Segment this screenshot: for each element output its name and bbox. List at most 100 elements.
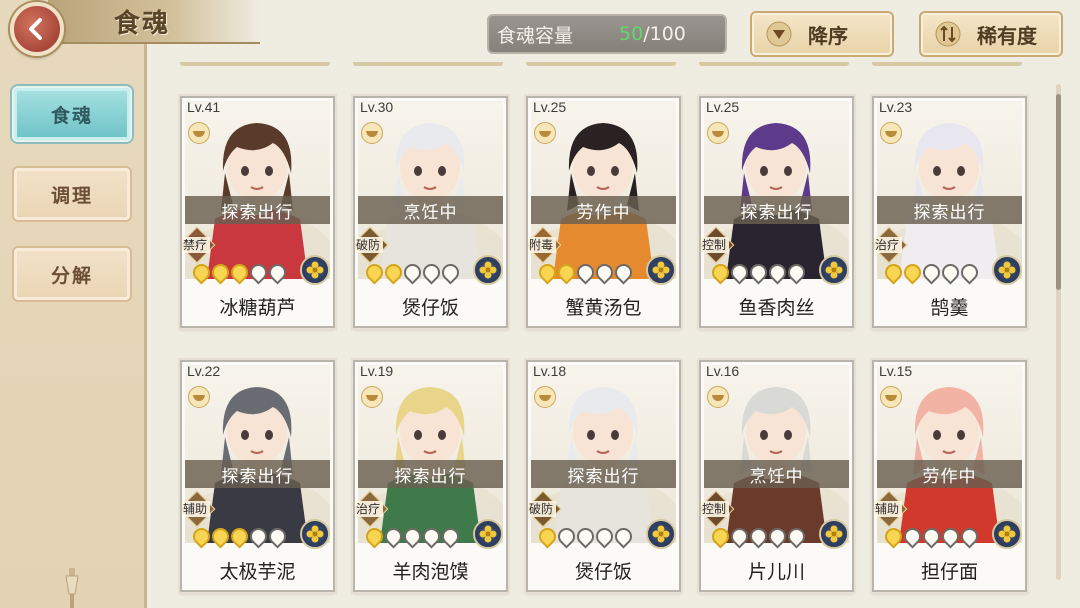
sort-order-label: 降序 xyxy=(808,23,848,48)
level-label: Lv.22 xyxy=(187,363,221,379)
food-soul-card[interactable]: Lv.25 探索出行 控制 鱼香肉丝 xyxy=(699,96,854,328)
food-soul-card[interactable]: Lv.25 劳作中 附毒 蟹黄汤包 xyxy=(526,96,681,328)
star-empty-icon xyxy=(400,524,425,549)
food-soul-card[interactable]: Lv.19 探索出行 治疗 羊肉泡馍 xyxy=(353,360,508,592)
tab-cooking[interactable]: 调理 xyxy=(12,166,132,222)
swap-icon xyxy=(935,21,961,47)
food-soul-card[interactable]: Lv.41 探索出行 禁疗 冰糖葫芦 xyxy=(180,96,335,328)
status-banner: 探索出行 xyxy=(531,460,676,488)
character-name: 羊肉泡馍 xyxy=(355,546,506,590)
moon-flower-icon xyxy=(819,519,849,549)
moon-flower-icon xyxy=(300,519,330,549)
star-filled-icon xyxy=(189,260,214,285)
star-rating xyxy=(189,524,293,549)
star-empty-icon xyxy=(919,260,944,285)
level-label: Lv.16 xyxy=(706,363,740,379)
character-name: 担仔面 xyxy=(874,546,1025,590)
star-empty-icon xyxy=(938,260,963,285)
back-button[interactable] xyxy=(10,2,64,56)
capacity-count: 50/100 xyxy=(619,23,686,45)
star-filled-icon xyxy=(535,524,560,549)
status-banner: 探索出行 xyxy=(358,460,503,488)
role-label: 辅助 xyxy=(874,501,903,517)
capacity-label: 食魂容量 xyxy=(497,24,574,47)
character-name: 煲仔饭 xyxy=(355,282,506,326)
food-soul-card[interactable]: Lv.18 探索出行 破防 煲仔饭 xyxy=(526,360,681,592)
star-empty-icon xyxy=(438,524,463,549)
role-label: 辅助 xyxy=(182,501,211,517)
role-label: 治疗 xyxy=(874,237,903,253)
food-soul-card[interactable]: Lv.30 烹饪中 破防 煲仔饭 xyxy=(353,96,508,328)
star-filled-icon xyxy=(881,524,906,549)
star-rating xyxy=(708,524,812,549)
tab-label: 分解 xyxy=(50,264,93,287)
character-name: 片儿川 xyxy=(701,546,852,590)
role-label: 控制 xyxy=(701,237,730,253)
tab-label: 调理 xyxy=(50,184,93,207)
star-empty-icon xyxy=(784,524,809,549)
status-banner: 劳作中 xyxy=(531,196,676,224)
role-label: 禁疗 xyxy=(182,237,211,253)
star-empty-icon xyxy=(957,524,982,549)
chevron-left-icon xyxy=(29,18,42,40)
star-rating xyxy=(535,524,639,549)
star-empty-icon xyxy=(611,260,636,285)
scrollbar-thumb[interactable] xyxy=(1056,94,1061,290)
status-banner: 探索出行 xyxy=(704,196,849,224)
page-title-bar: 食魂 xyxy=(48,0,260,44)
bowl-icon xyxy=(880,122,902,144)
grid-scrollbar[interactable] xyxy=(1056,84,1061,580)
bowl-icon xyxy=(534,386,556,408)
food-soul-card[interactable]: Lv.16 烹饪中 控制 片儿川 xyxy=(699,360,854,592)
star-empty-icon xyxy=(611,524,636,549)
role-badge: 控制 xyxy=(701,490,747,528)
sort-key-label: 稀有度 xyxy=(977,23,1037,48)
star-empty-icon xyxy=(765,524,790,549)
role-badge: 破防 xyxy=(355,226,401,264)
tab-decompose[interactable]: 分解 xyxy=(12,246,132,302)
star-empty-icon xyxy=(265,260,290,285)
star-rating xyxy=(881,524,985,549)
tab-label: 食魂 xyxy=(50,104,93,127)
status-banner: 烹饪中 xyxy=(358,196,503,224)
character-name: 鱼香肉丝 xyxy=(701,282,852,326)
star-empty-icon xyxy=(573,524,598,549)
level-label: Lv.19 xyxy=(360,363,394,379)
capacity-display: 食魂容量 50/100 xyxy=(487,14,727,54)
moon-flower-icon xyxy=(300,255,330,285)
star-empty-icon xyxy=(727,260,752,285)
role-badge: 控制 xyxy=(701,226,747,264)
star-empty-icon xyxy=(573,260,598,285)
character-name: 太极芋泥 xyxy=(182,546,333,590)
bowl-icon xyxy=(707,386,729,408)
star-filled-icon xyxy=(227,260,252,285)
star-empty-icon xyxy=(438,260,463,285)
star-empty-icon xyxy=(900,524,925,549)
star-empty-icon xyxy=(419,524,444,549)
character-name: 鹄羹 xyxy=(874,282,1025,326)
food-soul-card[interactable]: Lv.23 探索出行 治疗 鹄羹 xyxy=(872,96,1027,328)
star-empty-icon xyxy=(727,524,752,549)
star-filled-icon xyxy=(208,260,233,285)
role-badge: 附毒 xyxy=(528,226,574,264)
star-empty-icon xyxy=(554,524,579,549)
star-empty-icon xyxy=(592,260,617,285)
star-rating xyxy=(708,260,812,285)
star-empty-icon xyxy=(400,260,425,285)
star-filled-icon xyxy=(227,524,252,549)
star-filled-icon xyxy=(708,524,733,549)
tab-food-souls[interactable]: 食魂 xyxy=(12,86,132,142)
star-filled-icon xyxy=(381,260,406,285)
sort-key-button[interactable]: 稀有度 xyxy=(919,11,1063,57)
moon-flower-icon xyxy=(992,519,1022,549)
level-label: Lv.30 xyxy=(360,99,394,115)
moon-flower-icon xyxy=(819,255,849,285)
sort-order-button[interactable]: 降序 xyxy=(750,11,894,57)
food-soul-card[interactable]: Lv.22 探索出行 辅助 太极芋泥 xyxy=(180,360,335,592)
status-banner: 劳作中 xyxy=(877,460,1022,488)
star-empty-icon xyxy=(419,260,444,285)
star-empty-icon xyxy=(746,524,771,549)
food-soul-card[interactable]: Lv.15 劳作中 辅助 担仔面 xyxy=(872,360,1027,592)
star-filled-icon xyxy=(900,260,925,285)
level-label: Lv.18 xyxy=(533,363,567,379)
